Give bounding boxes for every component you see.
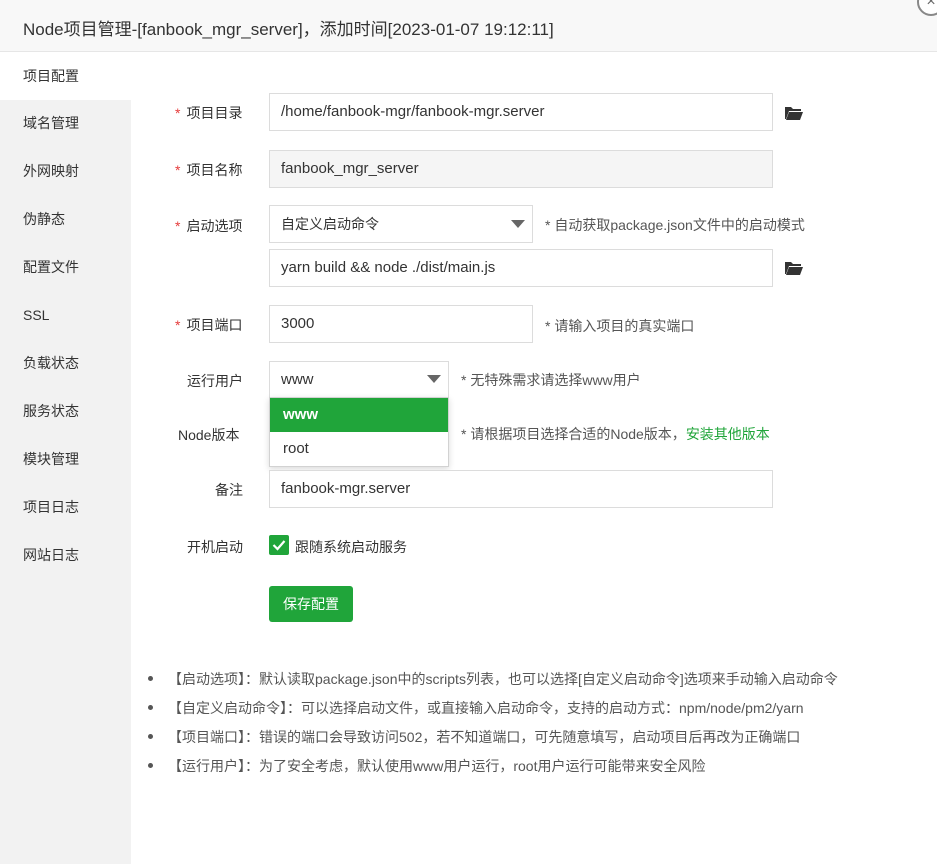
- run-user-dropdown: www root: [269, 397, 449, 467]
- autostart-checkbox-label[interactable]: 跟随系统启动服务: [295, 537, 407, 557]
- project-dir-label: * 项目目录: [175, 105, 243, 121]
- start-option-label: * 启动选项: [175, 218, 243, 234]
- sidebar-item-domain[interactable]: 域名管理: [0, 99, 131, 147]
- node-version-hint: * 请根据项目选择合适的Node版本，安装其他版本: [461, 426, 770, 442]
- sidebar-item-service-status[interactable]: 服务状态: [0, 387, 131, 435]
- remark-input[interactable]: fanbook-mgr.server: [269, 470, 773, 508]
- sidebar-item-rewrite[interactable]: 伪静态: [0, 195, 131, 243]
- sidebar: 项目配置 域名管理 外网映射 伪静态 配置文件 SSL 负载状态 服务状态 模块…: [0, 52, 131, 864]
- sidebar-item-ssl[interactable]: SSL: [0, 291, 131, 339]
- sidebar-item-config-file[interactable]: 配置文件: [0, 243, 131, 291]
- sidebar-item-site-log[interactable]: 网站日志: [0, 531, 131, 579]
- sidebar-item-port-mapping[interactable]: 外网映射: [0, 147, 131, 195]
- project-name-label: * 项目名称: [175, 162, 243, 178]
- run-user-label: 运行用户: [187, 373, 243, 389]
- install-other-version-link[interactable]: 安装其他版本: [686, 426, 770, 442]
- list-item: 【启动选项】：默认读取package.json中的scripts列表，也可以选择…: [148, 669, 838, 689]
- sidebar-item-modules[interactable]: 模块管理: [0, 435, 131, 483]
- autostart-label: 开机启动: [187, 539, 243, 555]
- start-command-input[interactable]: yarn build && node ./dist/main.js: [269, 249, 773, 287]
- save-config-button[interactable]: 保存配置: [269, 586, 353, 622]
- dropdown-option-root[interactable]: root: [270, 432, 448, 466]
- chevron-down-icon: [427, 375, 441, 383]
- autostart-checkbox[interactable]: [269, 535, 289, 555]
- run-user-select[interactable]: www: [269, 361, 449, 399]
- port-input[interactable]: 3000: [269, 305, 533, 343]
- dialog-titlebar: Node项目管理-[fanbook_mgr_server]，添加时间[2023-…: [0, 0, 937, 52]
- start-option-hint: * 自动获取package.json文件中的启动模式: [545, 217, 805, 233]
- checkmark-icon: [272, 540, 286, 551]
- sidebar-item-project-config[interactable]: 项目配置: [0, 52, 131, 100]
- start-option-select[interactable]: 自定义启动命令: [269, 205, 533, 243]
- port-hint: * 请输入项目的真实端口: [545, 318, 695, 334]
- list-item: 【自定义启动命令】：可以选择启动文件，或直接输入启动命令，支持的启动方式：npm…: [148, 698, 804, 718]
- dropdown-option-www[interactable]: www: [270, 398, 448, 432]
- chevron-down-icon: [511, 220, 525, 228]
- folder-open-icon[interactable]: [784, 105, 804, 121]
- folder-open-icon[interactable]: [784, 260, 804, 276]
- project-dir-input[interactable]: /home/fanbook-mgr/fanbook-mgr.server: [269, 93, 773, 131]
- required-mark: *: [175, 105, 181, 121]
- list-item: 【项目端口】：错误的端口会导致访问502，若不知道端口，可先随意填写，启动项目后…: [148, 727, 800, 747]
- sidebar-item-load-status[interactable]: 负载状态: [0, 339, 131, 387]
- run-user-hint: * 无特殊需求请选择www用户: [461, 372, 641, 388]
- list-item: 【运行用户】：为了安全考虑，默认使用www用户运行，root用户运行可能带来安全…: [148, 756, 705, 776]
- project-name-input[interactable]: fanbook_mgr_server: [269, 150, 773, 188]
- close-icon: ×: [926, 0, 936, 10]
- node-project-dialog: Node项目管理-[fanbook_mgr_server]，添加时间[2023-…: [0, 0, 937, 864]
- port-label: * 项目端口: [175, 317, 243, 333]
- sidebar-item-project-log[interactable]: 项目日志: [0, 483, 131, 531]
- dialog-title: Node项目管理-[fanbook_mgr_server]，添加时间[2023-…: [23, 20, 554, 39]
- remark-label: 备注: [215, 482, 243, 498]
- node-version-label: Node版本: [178, 427, 240, 443]
